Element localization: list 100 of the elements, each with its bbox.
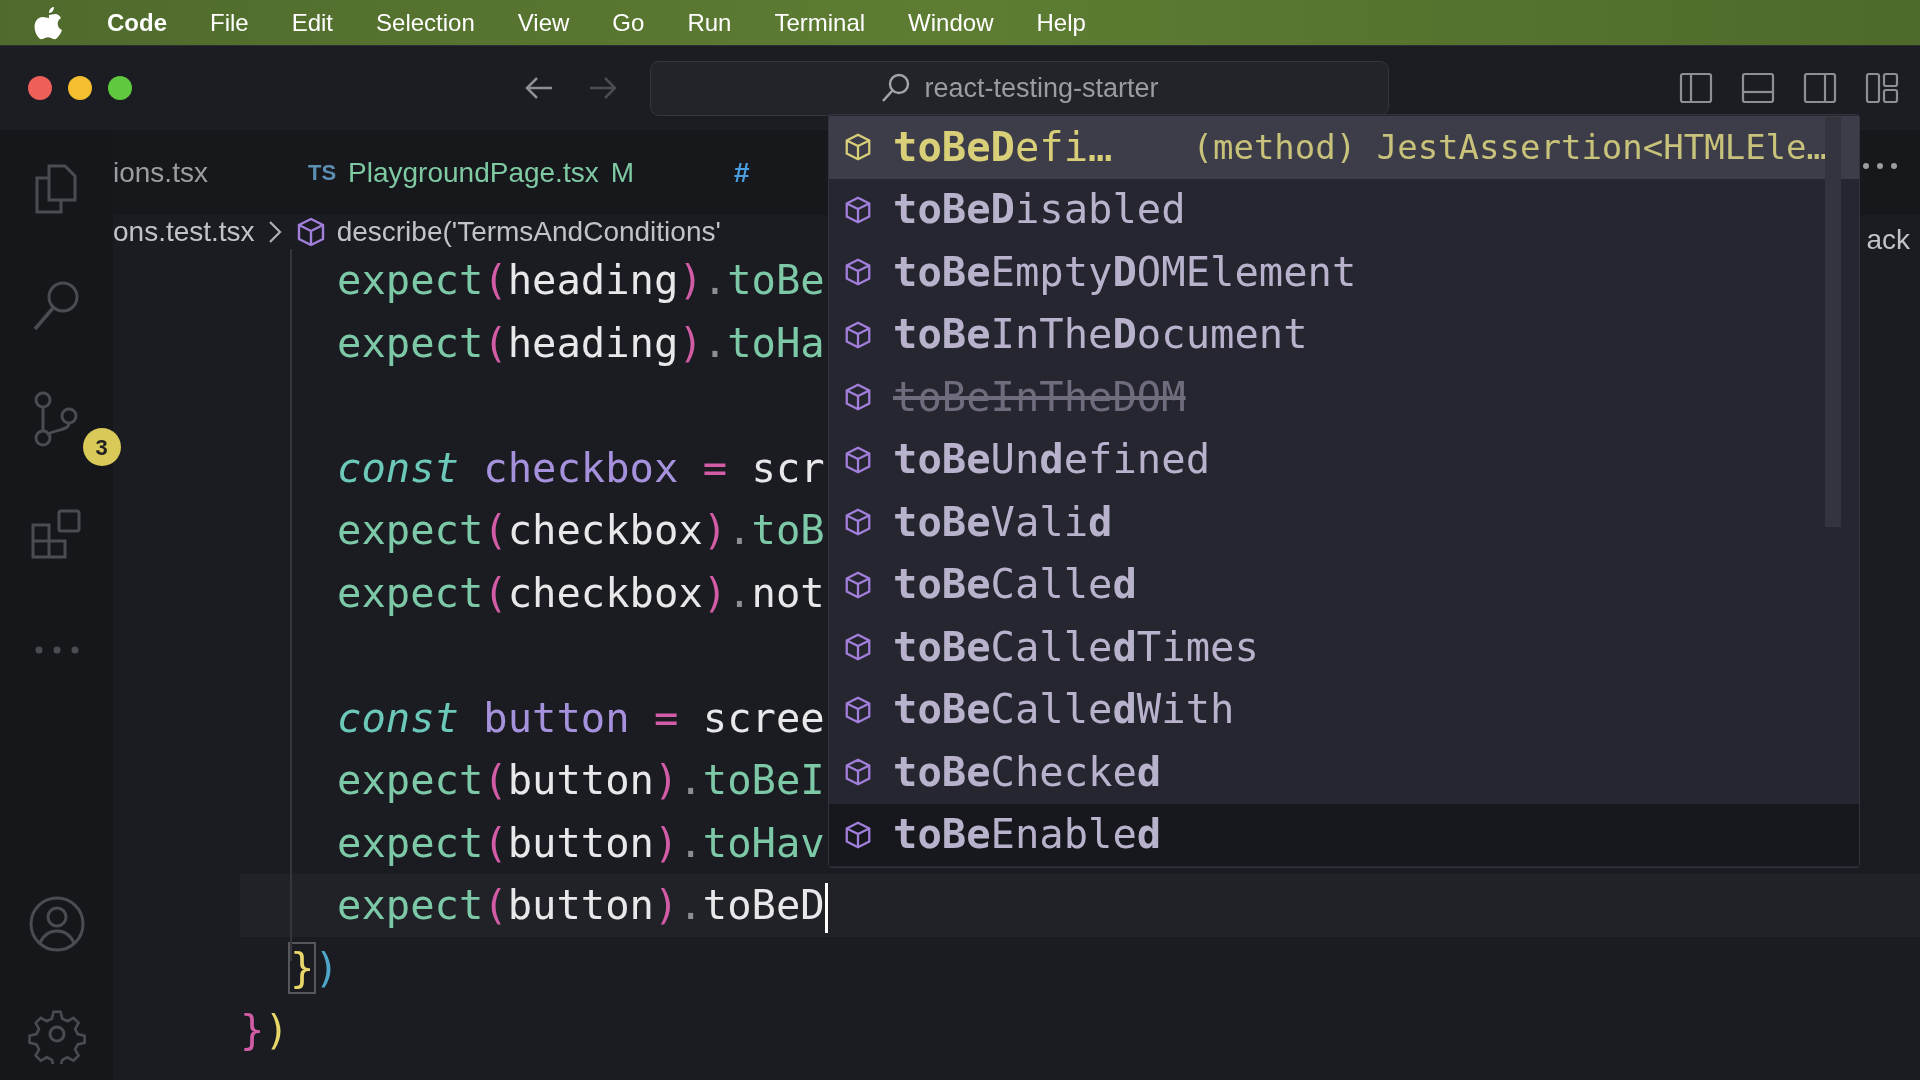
- apple-icon[interactable]: [34, 5, 64, 40]
- code-token: .: [678, 881, 703, 929]
- code-token: (: [483, 881, 508, 929]
- tab-label: PlaygroundPage.tsx: [348, 155, 599, 190]
- minimize-button[interactable]: [68, 76, 92, 100]
- code-token: button: [507, 881, 654, 929]
- suggestion-item[interactable]: toBeValid: [829, 491, 1859, 554]
- code-token: =: [702, 443, 728, 492]
- tab-label: ions.tsx: [113, 155, 208, 190]
- menu-item[interactable]: Help: [1036, 0, 1086, 45]
- code-token: ): [654, 881, 679, 929]
- code-token: checkbox: [507, 568, 703, 617]
- cube-icon: [843, 507, 873, 538]
- code-token: toHa: [727, 318, 825, 367]
- code-token: (: [483, 756, 508, 804]
- cube-icon: [843, 382, 873, 413]
- cube-icon: [843, 819, 873, 850]
- suggestion-item[interactable]: toBeEnabled: [829, 803, 1859, 866]
- app-menu[interactable]: Code: [107, 0, 167, 45]
- cube-icon: [843, 319, 873, 350]
- code-token: expect: [337, 756, 484, 804]
- cube-icon: [843, 194, 873, 225]
- menu-item[interactable]: Run: [687, 0, 732, 45]
- code-token: ): [702, 506, 728, 554]
- code-token: .: [727, 506, 752, 554]
- code-token: .: [702, 318, 728, 367]
- panel-toggle-icon[interactable]: [1740, 70, 1776, 106]
- code-token: (: [483, 318, 508, 367]
- close-button[interactable]: [28, 76, 52, 100]
- code-token: .: [678, 756, 703, 804]
- menu-item[interactable]: Go: [612, 0, 645, 45]
- menu-item[interactable]: Terminal: [774, 0, 866, 45]
- menu-item[interactable]: Selection: [376, 0, 475, 45]
- code-token: .: [678, 818, 703, 867]
- code-token: scr: [751, 443, 825, 492]
- menu-item[interactable]: Edit: [291, 0, 334, 45]
- cube-icon: [843, 569, 873, 600]
- code-token: }: [290, 943, 315, 992]
- zoom-button[interactable]: [108, 76, 132, 100]
- suggestion-item[interactable]: toBeChecked: [829, 741, 1859, 804]
- suggestion-item[interactable]: toBeUndefined: [829, 428, 1859, 491]
- code-token: not: [751, 568, 825, 617]
- code-token: ): [264, 1006, 289, 1054]
- more-actions-icon[interactable]: [1860, 160, 1900, 172]
- code-token: =: [654, 693, 679, 742]
- code-token: ): [678, 318, 703, 367]
- breadcrumb-text: ack: [1866, 223, 1910, 257]
- code-token: expect: [337, 818, 484, 867]
- code-token: toBeI: [702, 756, 825, 804]
- cube-icon: [843, 444, 873, 475]
- code-token: }: [240, 1006, 265, 1054]
- file-type-icon: TS: [307, 156, 337, 189]
- count-badge: 3: [82, 428, 121, 466]
- code-token: button: [507, 756, 654, 804]
- code-token: heading: [507, 256, 679, 304]
- sidebar-toggle-icon[interactable]: [1678, 70, 1714, 106]
- suggestion-item[interactable]: toBeDisabled: [829, 178, 1859, 241]
- command-center-search[interactable]: react-testing-starter: [650, 60, 1389, 116]
- scrollbar-thumb[interactable]: [1825, 117, 1841, 527]
- suggestion-item[interactable]: toBeInTheDocument: [829, 303, 1859, 366]
- suggestion-item[interactable]: toBeCalled: [829, 553, 1859, 616]
- code-token: const: [337, 443, 459, 492]
- suggestion-item[interactable]: toBeCalledWith: [829, 678, 1859, 741]
- code-token: ): [702, 568, 728, 617]
- code-token: (: [483, 506, 508, 554]
- code-token: button: [507, 818, 654, 867]
- cube-icon: [843, 757, 873, 788]
- cube-icon: [843, 257, 873, 288]
- suggestion-item[interactable]: toBeCalledTimes: [829, 616, 1859, 679]
- code-token: expect: [337, 256, 484, 304]
- code-token: expect: [337, 568, 484, 617]
- code-token: (: [483, 256, 508, 304]
- menu-item[interactable]: View: [517, 0, 570, 45]
- code-token: heading: [507, 318, 679, 367]
- code-token: const: [337, 693, 459, 742]
- code-token: .: [727, 568, 752, 617]
- file-type-icon: #: [734, 151, 750, 194]
- cube-icon: [843, 132, 873, 163]
- cube-icon: [843, 694, 873, 725]
- code-token: button: [483, 693, 630, 742]
- suggestion-item[interactable]: toBeDefi… (method) JestAssertion<HTMLEle…: [829, 116, 1859, 179]
- suggestion-item[interactable]: toBeEmptyDOMElement: [829, 241, 1859, 304]
- menu-item[interactable]: Window: [908, 0, 994, 45]
- menu-item[interactable]: File: [210, 0, 249, 45]
- code-token: checkbox: [483, 443, 679, 492]
- secondary-sidebar-icon[interactable]: [1802, 70, 1838, 106]
- code-token: expect: [337, 318, 484, 367]
- layout-icon[interactable]: [1864, 70, 1900, 106]
- code-token: checkbox: [507, 506, 703, 554]
- text-cursor: [824, 883, 828, 933]
- code-token: scree: [702, 693, 825, 742]
- code-token: (: [483, 818, 508, 867]
- code-token: toB: [751, 506, 825, 554]
- code-token: toHav: [702, 818, 825, 867]
- code-token: ): [654, 818, 679, 867]
- code-token: .: [702, 256, 728, 304]
- code-token: expect: [337, 881, 484, 929]
- code-token: (: [483, 568, 508, 617]
- cube-icon: [843, 632, 873, 663]
- modified-marker: M: [610, 155, 634, 190]
